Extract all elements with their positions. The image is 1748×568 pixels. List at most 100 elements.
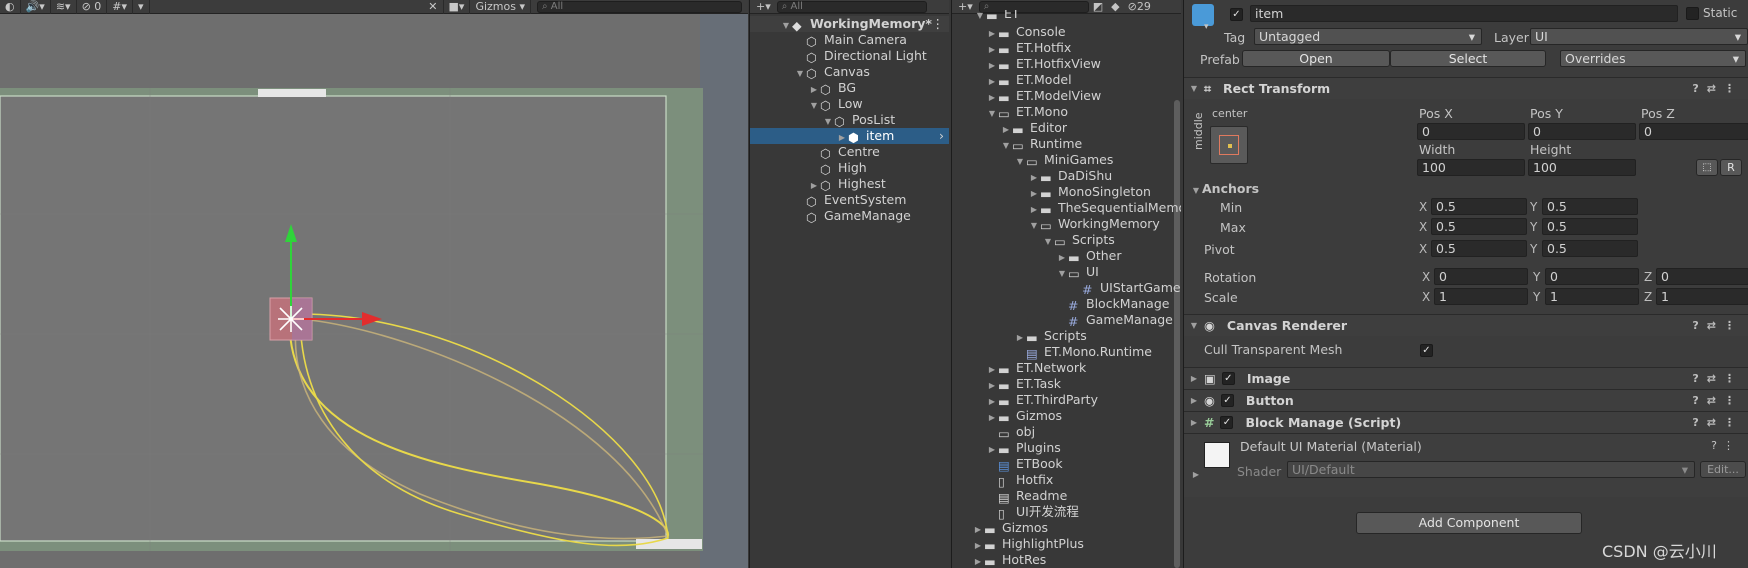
- rotation-y-field[interactable]: 0: [1545, 268, 1639, 285]
- audio-icon[interactable]: 🔊▾: [21, 0, 51, 14]
- preset-icon[interactable]: ⇄: [1707, 319, 1724, 332]
- filter-by-label-icon[interactable]: ◆: [1107, 0, 1123, 13]
- hierarchy-item[interactable]: ⬡ Directional Light: [806, 48, 927, 65]
- hierarchy-search-input[interactable]: ⌕ All: [776, 0, 927, 13]
- collapsed-arrow-icon[interactable]: ▶: [972, 554, 984, 568]
- pivot-icon[interactable]: [278, 306, 304, 332]
- expand-arrow-icon[interactable]: ▼: [1014, 154, 1026, 170]
- hierarchy-item[interactable]: ▼ ⬡ Low: [808, 96, 863, 113]
- project-item[interactable]: ▯ UI开发流程: [998, 504, 1079, 521]
- anchor-max-y-field[interactable]: 0.5: [1542, 218, 1638, 235]
- preset-icon[interactable]: ⇄: [1707, 416, 1724, 429]
- expand-arrow-icon[interactable]: ▼: [794, 66, 806, 82]
- prefab-overrides-dropdown[interactable]: Overrides ▾: [1560, 50, 1746, 67]
- project-item[interactable]: # BlockManage: [1068, 296, 1169, 313]
- rect-transform-header[interactable]: ▼ ⌗ Rect Transform ?⇄⋮: [1184, 77, 1748, 99]
- add-component-button[interactable]: Add Component: [1356, 512, 1582, 534]
- help-icon[interactable]: ?: [1711, 439, 1723, 452]
- expand-arrow-icon[interactable]: ▼: [974, 12, 986, 20]
- static-toggle[interactable]: Static: [1686, 6, 1737, 20]
- hierarchy-scene-row[interactable]: ▼ ◆ WorkingMemory* ⋮: [750, 16, 949, 34]
- pivot-y-field[interactable]: 0.5: [1542, 240, 1638, 257]
- more-options-icon[interactable]: ⋮: [1724, 372, 1743, 385]
- project-item[interactable]: ▯ Hotfix: [998, 472, 1053, 489]
- collapsed-arrow-icon[interactable]: ▶: [1190, 470, 1202, 479]
- project-item[interactable]: ▶ ▬ Other: [1056, 248, 1122, 265]
- hierarchy-item[interactable]: ⬡ GameManage: [806, 208, 911, 225]
- block-manage-header[interactable]: ▶ # ✓ Block Manage (Script) ?⇄⋮: [1184, 411, 1748, 433]
- help-icon[interactable]: ?: [1692, 372, 1706, 385]
- preset-icon[interactable]: ⇄: [1707, 82, 1724, 95]
- collapse-arrow-icon[interactable]: ▼: [780, 18, 792, 34]
- canvas-renderer-header[interactable]: ▼ ◉ Canvas Renderer ?⇄⋮: [1184, 314, 1748, 336]
- project-item[interactable]: ▶ ▬ ET.Network: [986, 360, 1086, 377]
- material-preview[interactable]: [1204, 442, 1230, 468]
- more-options-icon[interactable]: ⋮: [1723, 439, 1740, 452]
- collapsed-arrow-icon[interactable]: ▶: [1014, 330, 1026, 346]
- gizmos-dropdown[interactable]: Gizmos ▾: [470, 0, 531, 14]
- expand-arrow-icon[interactable]: ▼: [1000, 138, 1012, 154]
- project-item[interactable]: ▼ ▭ WorkingMemory: [1028, 216, 1160, 233]
- more-options-icon[interactable]: ⋮: [1724, 416, 1743, 429]
- project-item[interactable]: ▼ ▭ UI: [1056, 264, 1099, 281]
- help-icon[interactable]: ?: [1692, 416, 1706, 429]
- pos-y-field[interactable]: 0: [1528, 123, 1636, 140]
- tools-icon[interactable]: ✕: [423, 0, 444, 14]
- project-item[interactable]: ▶ ▬ Gizmos: [972, 520, 1048, 537]
- project-item[interactable]: ▼ ▭ MiniGames: [1014, 152, 1113, 170]
- scale-z-field[interactable]: 1: [1656, 288, 1748, 305]
- icon-dropdown-arrow-icon[interactable]: ▾: [1204, 22, 1209, 32]
- project-item[interactable]: ▶ ▬ ET.Model: [986, 72, 1072, 89]
- project-item[interactable]: ▶ ▬ Editor: [1000, 120, 1067, 137]
- more-options-icon[interactable]: ⋮: [1724, 394, 1743, 407]
- pos-z-field[interactable]: 0: [1639, 123, 1748, 140]
- project-item[interactable]: ▶ ▬ ET.Task: [986, 376, 1061, 393]
- hierarchy-item[interactable]: ▶ ⬡ BG: [808, 80, 856, 97]
- rotation-x-field[interactable]: 0: [1434, 268, 1528, 285]
- shader-edit-button[interactable]: Edit...: [1700, 461, 1746, 478]
- tag-dropdown[interactable]: Untagged ▾: [1254, 28, 1482, 45]
- collapsed-arrow-icon[interactable]: ▶: [986, 410, 998, 426]
- project-item[interactable]: ▶ ▬ Gizmos: [986, 408, 1062, 426]
- block-manage-enabled-checkbox[interactable]: ✓: [1220, 416, 1234, 429]
- anchors-foldout[interactable]: ▼ Anchors: [1190, 181, 1259, 196]
- project-item[interactable]: ▼ ▭ ET.Mono: [986, 104, 1068, 122]
- project-item[interactable]: ▶ ▬ HighlightPlus: [972, 536, 1084, 553]
- help-icon[interactable]: ?: [1692, 319, 1706, 332]
- camera-icon[interactable]: ■▾: [444, 0, 471, 14]
- collapsed-arrow-icon[interactable]: ▶: [986, 442, 998, 458]
- hidden-packages-toggle[interactable]: ⊘29: [1124, 0, 1155, 13]
- anchor-presets-button[interactable]: [1210, 126, 1248, 164]
- project-item[interactable]: ▶ ▬ TheSequentialMemo: [1028, 200, 1181, 217]
- scene-view[interactable]: ◐ 🔊▾ ≋▾ ⊘ 0 #▾ ▾ ✕ ■▾ Gizmos ▾ ⌕ All: [0, 0, 748, 568]
- project-item[interactable]: ▤ ET.Mono.Runtime: [1026, 344, 1152, 361]
- anchor-min-x-field[interactable]: 0.5: [1431, 198, 1527, 215]
- project-item[interactable]: ▶ ▬ ET.ModelView: [986, 88, 1101, 105]
- height-field[interactable]: 100: [1528, 159, 1636, 176]
- preset-icon[interactable]: ⇄: [1707, 372, 1724, 385]
- hierarchy-item[interactable]: ⬡ EventSystem: [806, 192, 906, 209]
- scene-canvas[interactable]: [0, 14, 748, 568]
- raw-edit-button[interactable]: R: [1720, 159, 1742, 176]
- grid-icon[interactable]: #▾: [107, 0, 134, 14]
- help-icon[interactable]: ?: [1692, 394, 1706, 407]
- project-item[interactable]: # UIStartGame: [1082, 280, 1181, 297]
- prefab-select-button[interactable]: Select: [1390, 50, 1546, 67]
- project-item[interactable]: ▶ ▬ MonoSingleton: [1028, 184, 1151, 201]
- dropdown-arrow-icon[interactable]: ▾: [133, 0, 150, 14]
- collapsed-arrow-icon[interactable]: ▶: [1188, 374, 1200, 383]
- project-item[interactable]: ▶ ▬ Console: [986, 24, 1066, 41]
- width-field[interactable]: 100: [1417, 159, 1525, 176]
- collapsed-arrow-icon[interactable]: ▶: [1188, 418, 1200, 427]
- scale-y-field[interactable]: 1: [1545, 288, 1639, 305]
- prefab-open-button[interactable]: Open: [1242, 50, 1390, 67]
- rotation-z-field[interactable]: 0: [1656, 268, 1748, 285]
- project-scrollbar[interactable]: [1174, 100, 1180, 568]
- preset-icon[interactable]: ⇄: [1707, 394, 1724, 407]
- project-item[interactable]: ▼ ▬ ET: [974, 10, 1020, 20]
- project-item[interactable]: ▼ ▭ Runtime: [1000, 136, 1082, 154]
- expand-arrow-icon[interactable]: ▼: [986, 106, 998, 122]
- expand-arrow-icon[interactable]: ▼: [1188, 321, 1200, 330]
- project-item[interactable]: ▶ ▬ Plugins: [986, 440, 1061, 458]
- hierarchy-item[interactable]: ▶ ⬡ Highest: [808, 176, 886, 193]
